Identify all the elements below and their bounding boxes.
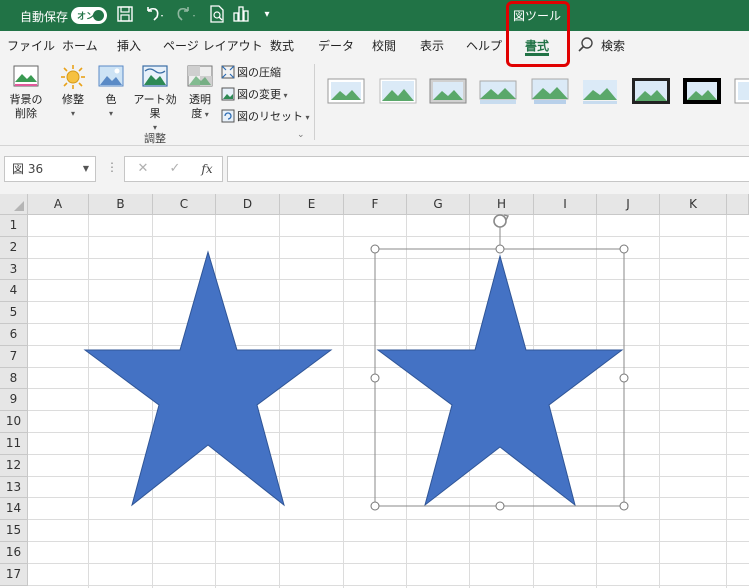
reset-picture-button[interactable]: 図のリセット ▾ (221, 108, 310, 126)
star-shape-left[interactable] (83, 250, 333, 507)
rotation-handle-icon[interactable] (493, 214, 510, 228)
transparency-button[interactable]: 透明 度 ▾ (184, 64, 216, 122)
tab-help[interactable]: ヘルプ (466, 37, 502, 54)
artistic-effects-button[interactable]: アート効果 ▾ (130, 64, 180, 135)
group-separator (314, 64, 315, 140)
formula-buttons: ✕ ✓ fx (124, 156, 223, 182)
transparency-label-2: 度 (191, 107, 203, 120)
toggle-knob (93, 10, 104, 21)
star-shape-right[interactable] (376, 254, 624, 507)
reset-label: 図のリセット (237, 110, 303, 123)
enter-button[interactable]: ✓ (165, 160, 185, 178)
tab-search[interactable]: 検索 (601, 37, 625, 54)
search-icon[interactable] (577, 36, 595, 54)
formula-bar-grip-icon[interactable]: ⋮ (106, 160, 118, 174)
name-box-value: 図 36 (12, 162, 44, 176)
redo-icon[interactable] (175, 5, 195, 25)
picture-style-4-icon[interactable] (478, 76, 518, 106)
tab-review[interactable]: 校閲 (372, 37, 396, 54)
remove-background-icon (13, 65, 39, 87)
corrections-button[interactable]: 修整 ▾ (56, 64, 90, 121)
resize-handle-nw[interactable] (370, 244, 380, 254)
change-picture-button[interactable]: 図の変更 ▾ (221, 86, 288, 104)
ribbon: 背景の 削除 修整 ▾ 色 ▾ アート効果 ▾ 透明 度 ▾ 図の圧縮 図の変更… (0, 58, 749, 146)
artistic-effects-icon (142, 65, 168, 87)
transparency-icon (187, 65, 213, 87)
transparency-label-1: 透明 (189, 93, 211, 106)
change-label: 図の変更 (237, 88, 281, 101)
picture-style-2-icon[interactable] (378, 76, 418, 106)
picture-color-icon (98, 65, 124, 87)
autosave-label: 自動保存 (20, 10, 69, 24)
picture-style-1-icon[interactable] (326, 76, 366, 106)
picture-style-5-icon[interactable] (530, 76, 570, 106)
tab-data[interactable]: データ (318, 37, 354, 54)
color-button[interactable]: 色 ▾ (96, 64, 126, 121)
resize-handle-se[interactable] (619, 501, 629, 511)
corrections-label: 修整 (62, 93, 84, 106)
adjust-group-label: 調整 (144, 132, 166, 145)
artistic-effects-label: アート効果 (133, 93, 177, 120)
name-box[interactable]: 図 36 ▼ (4, 156, 96, 182)
resize-handle-sw[interactable] (370, 501, 380, 511)
formula-input[interactable] (227, 156, 749, 182)
tab-insert[interactable]: 挿入 (117, 37, 141, 54)
change-picture-icon (221, 87, 235, 101)
tab-file[interactable]: ファイル (7, 37, 55, 54)
color-caret-icon: ▾ (108, 109, 113, 118)
formula-bar-area: 図 36 ▼ ⋮ ✕ ✓ fx (0, 146, 749, 194)
remove-background-button[interactable]: 背景の 削除 (6, 64, 46, 121)
picture-style-8-icon[interactable] (682, 76, 722, 106)
shapes-layer (83, 214, 629, 511)
compress-icon (221, 65, 235, 79)
picture-style-7-icon[interactable] (631, 76, 671, 106)
cancel-button[interactable]: ✕ (133, 160, 153, 178)
worksheet-grid[interactable]: ABCDEFGHIJK 1 2 3 4 5 6 7 8 9 10 11 12 13 14 15 16 17 (0, 194, 749, 588)
autosave-toggle[interactable]: オン (71, 7, 107, 24)
print-preview-icon[interactable] (207, 5, 227, 25)
corrections-caret-icon: ▾ (70, 109, 75, 118)
title-bar: 自動保存 オン ▾ 図ツール (0, 0, 749, 31)
resize-handle-n[interactable] (495, 244, 505, 254)
excel-window: 自動保存 オン ▾ 図ツール ファイル ホーム 挿入 ページ レイアウト 数式 … (0, 0, 749, 588)
annotation-highlight-box (506, 1, 570, 67)
resize-handle-e[interactable] (619, 373, 629, 383)
compress-pictures-button[interactable]: 図の圧縮 (221, 64, 281, 82)
resize-handle-ne[interactable] (619, 244, 629, 254)
tab-page-layout[interactable]: ページ レイアウト (163, 37, 263, 54)
tab-view[interactable]: 表示 (420, 37, 444, 54)
name-box-caret-icon[interactable]: ▼ (83, 157, 89, 181)
picture-style-6-icon[interactable] (580, 76, 620, 106)
sun-icon (61, 65, 85, 89)
reset-picture-icon (221, 109, 235, 123)
customize-qat-icon[interactable]: ▾ (257, 5, 277, 25)
ribbon-tabs: ファイル ホーム 挿入 ページ レイアウト 数式 データ 校閲 表示 ヘルプ 書… (0, 31, 749, 58)
undo-icon[interactable] (143, 5, 163, 25)
resize-handle-w[interactable] (370, 373, 380, 383)
tab-formulas[interactable]: 数式 (270, 37, 294, 54)
picture-style-9-icon[interactable] (733, 76, 749, 106)
chart-icon[interactable] (231, 5, 251, 25)
picture-style-3-icon[interactable] (428, 76, 468, 106)
resize-handle-s[interactable] (495, 501, 505, 511)
remove-bg-label-2: 削除 (15, 107, 37, 120)
color-label: 色 (105, 93, 117, 106)
group-launcher-icon[interactable]: ⌄ (297, 130, 305, 140)
save-icon[interactable] (115, 5, 135, 25)
compress-label: 図の圧縮 (237, 66, 281, 79)
tab-home[interactable]: ホーム (62, 37, 98, 54)
insert-function-button[interactable]: fx (197, 160, 217, 178)
remove-bg-label-1: 背景の (9, 93, 43, 106)
